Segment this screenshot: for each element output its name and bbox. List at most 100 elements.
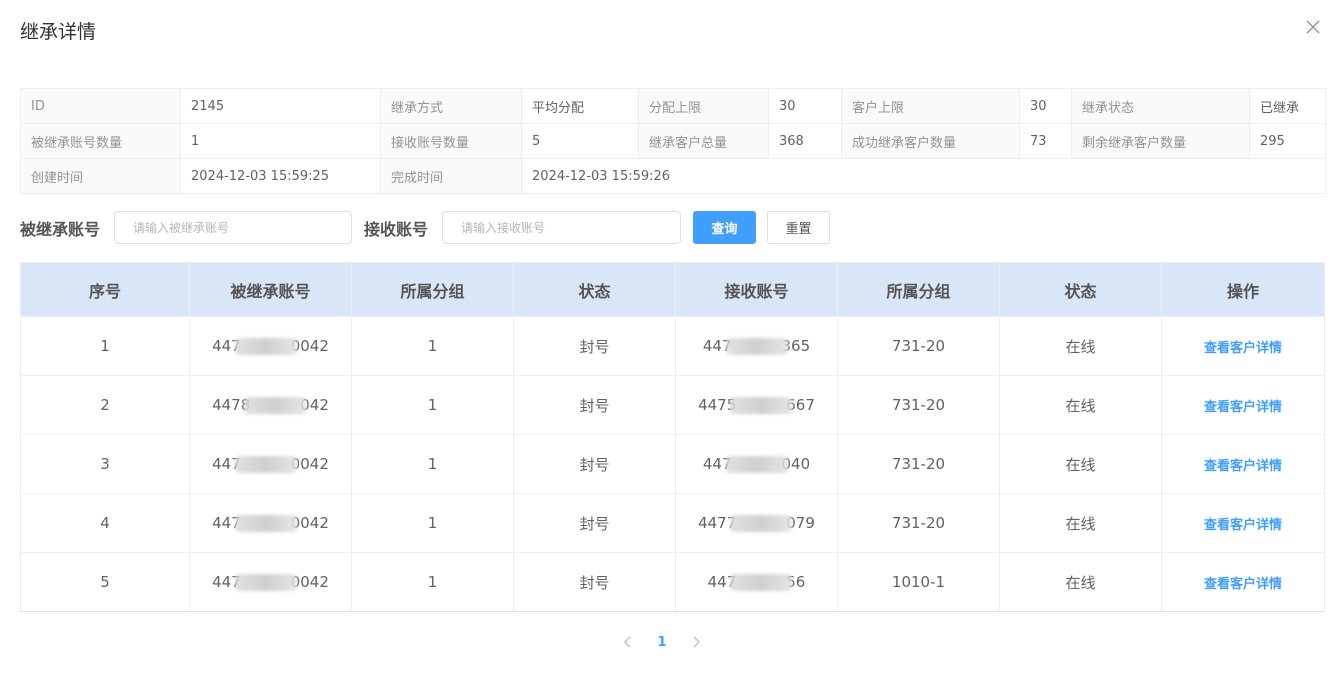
- source-account-input[interactable]: [114, 211, 353, 244]
- chevron-left-icon[interactable]: [616, 631, 640, 653]
- target-account-cell: 447 56: [675, 552, 838, 612]
- info-value: 2024-12-03 15:59:26: [521, 158, 1326, 194]
- info-row: 被继承账号数量 1 接收账号数量 5 继承客户总量 368 成功继承客户数量 7…: [20, 123, 1326, 159]
- redaction-mask: [730, 397, 793, 414]
- redaction-mask: [730, 515, 793, 532]
- source-status-cell: 封号: [513, 552, 676, 612]
- target-account-cell: 4477 079: [675, 493, 838, 553]
- source-status-cell: 封号: [513, 316, 676, 376]
- info-label: 创建时间: [20, 158, 181, 194]
- source-account-cell: 447 0042: [189, 316, 352, 376]
- info-row: 创建时间 2024-12-03 15:59:25 完成时间 2024-12-03…: [20, 158, 1326, 194]
- info-value: 368: [768, 123, 842, 159]
- redaction-mask: [234, 574, 297, 591]
- page-number[interactable]: 1: [640, 635, 684, 650]
- source-group-cell: 1: [351, 434, 514, 494]
- info-value: 平均分配: [521, 88, 639, 124]
- column-header: 被继承账号: [189, 262, 352, 317]
- info-value: 73: [1019, 123, 1072, 159]
- redaction-mask: [234, 338, 297, 355]
- info-label: 客户上限: [841, 88, 1020, 124]
- row-index: 5: [20, 552, 190, 612]
- source-account-cell: 447 0042: [189, 552, 352, 612]
- info-descriptions: ID 2145 继承方式 平均分配 分配上限 30 客户上限 30 继承状态 已…: [20, 88, 1326, 194]
- target-status-cell: 在线: [999, 493, 1162, 553]
- info-value: 295: [1249, 123, 1326, 159]
- column-header: 状态: [513, 262, 676, 317]
- info-value: 1: [180, 123, 381, 159]
- source-account-cell: 447 0042: [189, 493, 352, 553]
- redaction-mask: [234, 515, 297, 532]
- target-account-cell: 447 365: [675, 316, 838, 376]
- target-group-cell: 731-20: [837, 375, 1000, 435]
- column-header: 所属分组: [351, 262, 514, 317]
- table-row: 3 447 0042 1 封号 447 040 731-20 在线 查看客户详情: [20, 434, 1325, 494]
- action-cell: 查看客户详情: [1161, 552, 1325, 612]
- row-index: 1: [20, 316, 190, 376]
- view-customer-details-link[interactable]: 查看客户详情: [1204, 341, 1282, 356]
- source-account-label: 被继承账号: [20, 219, 101, 239]
- pagination: 1: [616, 631, 708, 653]
- target-group-cell: 731-20: [837, 493, 1000, 553]
- column-header: 序号: [20, 262, 190, 317]
- table-row: 5 447 0042 1 封号 447 56 1010-1 在线 查看客户详情: [20, 552, 1325, 612]
- action-cell: 查看客户详情: [1161, 434, 1325, 494]
- source-group-cell: 1: [351, 316, 514, 376]
- source-status-cell: 封号: [513, 375, 676, 435]
- action-cell: 查看客户详情: [1161, 493, 1325, 553]
- info-value: 2145: [180, 88, 381, 124]
- reset-button[interactable]: 重置: [767, 211, 831, 244]
- info-label: 接收账号数量: [380, 123, 522, 159]
- info-label: 继承客户总量: [638, 123, 769, 159]
- dialog-title: 继承详情: [20, 21, 97, 43]
- info-label: 分配上限: [638, 88, 769, 124]
- view-customer-details-link[interactable]: 查看客户详情: [1204, 459, 1282, 474]
- table-row: 4 447 0042 1 封号 4477 079 731-20 在线 查看客户详情: [20, 493, 1325, 553]
- column-header: 操作: [1161, 262, 1325, 317]
- redaction-mask: [725, 456, 788, 473]
- close-icon[interactable]: [1304, 18, 1322, 36]
- redaction-mask: [725, 338, 788, 355]
- info-label: 被继承账号数量: [20, 123, 181, 159]
- source-group-cell: 1: [351, 375, 514, 435]
- source-group-cell: 1: [351, 493, 514, 553]
- target-status-cell: 在线: [999, 434, 1162, 494]
- info-label: 成功继承客户数量: [841, 123, 1020, 159]
- action-cell: 查看客户详情: [1161, 375, 1325, 435]
- action-cell: 查看客户详情: [1161, 316, 1325, 376]
- info-value: 5: [521, 123, 639, 159]
- view-customer-details-link[interactable]: 查看客户详情: [1204, 400, 1282, 415]
- search-bar: 被继承账号 接收账号 查询 重置: [20, 211, 831, 244]
- table-row: 2 4478 042 1 封号 4475 667 731-20 在线 查看客户详情: [20, 375, 1325, 435]
- target-group-cell: 731-20: [837, 434, 1000, 494]
- info-value: 30: [1019, 88, 1072, 124]
- target-status-cell: 在线: [999, 552, 1162, 612]
- source-account-cell: 4478 042: [189, 375, 352, 435]
- chevron-right-icon[interactable]: [684, 631, 708, 653]
- target-account-label: 接收账号: [364, 219, 429, 239]
- target-status-cell: 在线: [999, 375, 1162, 435]
- info-value: 30: [768, 88, 842, 124]
- view-customer-details-link[interactable]: 查看客户详情: [1204, 518, 1282, 533]
- view-customer-details-link[interactable]: 查看客户详情: [1204, 577, 1282, 592]
- info-value: 已继承: [1249, 88, 1326, 124]
- target-group-cell: 1010-1: [837, 552, 1000, 612]
- source-status-cell: 封号: [513, 493, 676, 553]
- query-button[interactable]: 查询: [693, 211, 757, 244]
- info-label: 完成时间: [380, 158, 522, 194]
- table-header-row: 序号 被继承账号 所属分组 状态 接收账号 所属分组 状态 操作: [20, 262, 1325, 317]
- target-account-input[interactable]: [442, 211, 682, 244]
- source-group-cell: 1: [351, 552, 514, 612]
- info-label: 继承方式: [380, 88, 522, 124]
- inheritance-table: 序号 被继承账号 所属分组 状态 接收账号 所属分组 状态 操作 1 447 00…: [20, 262, 1325, 612]
- info-value: 2024-12-03 15:59:25: [180, 158, 381, 194]
- table-row: 1 447 0042 1 封号 447 365 731-20 在线 查看客户详情: [20, 316, 1325, 376]
- row-index: 2: [20, 375, 190, 435]
- info-label: 剩余继承客户数量: [1071, 123, 1250, 159]
- row-index: 3: [20, 434, 190, 494]
- column-header: 状态: [999, 262, 1162, 317]
- target-status-cell: 在线: [999, 316, 1162, 376]
- target-group-cell: 731-20: [837, 316, 1000, 376]
- info-label: ID: [20, 88, 181, 124]
- column-header: 接收账号: [675, 262, 838, 317]
